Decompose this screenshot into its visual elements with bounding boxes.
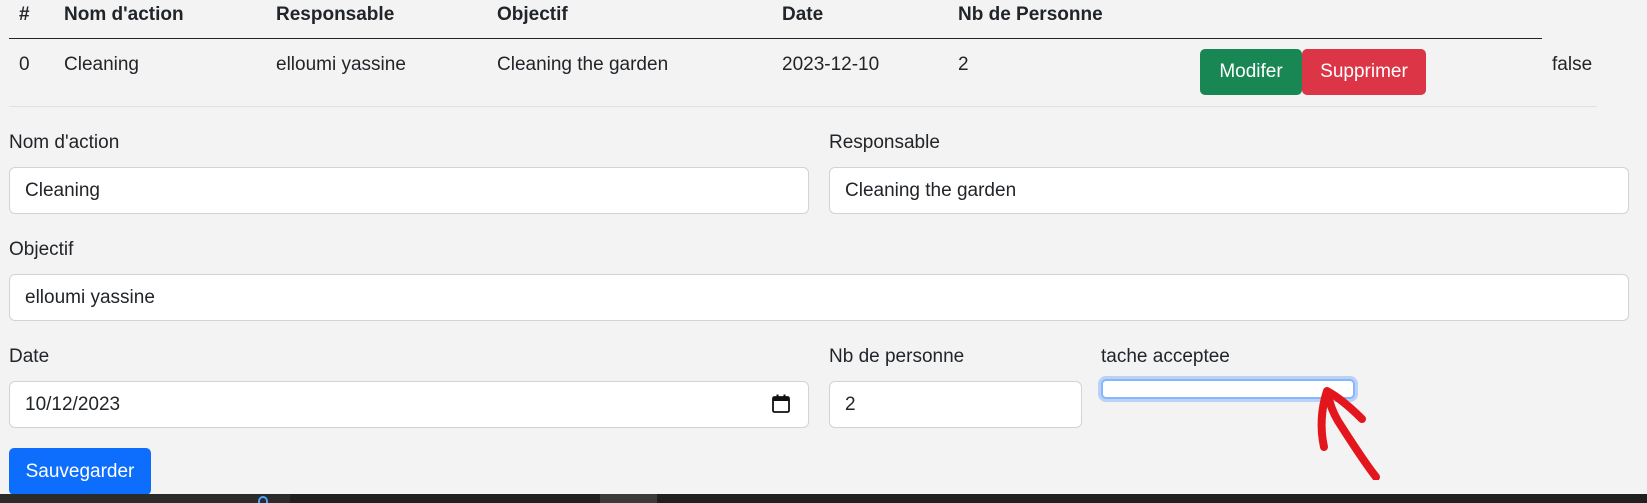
row-divider <box>9 106 1597 107</box>
objectif-label: Objectif <box>9 239 74 260</box>
cell-accepted: false <box>1552 54 1593 75</box>
objectif-input[interactable]: elloumi yassine <box>9 274 1629 321</box>
modify-button[interactable]: Modifer <box>1200 49 1302 95</box>
cell-nb-personne: 2 <box>958 54 969 75</box>
calendar-icon[interactable] <box>772 394 790 413</box>
cell-objectif: Cleaning the garden <box>497 54 669 75</box>
header-objectif: Objectif <box>497 4 568 25</box>
taskbar-strip <box>0 494 1647 503</box>
cell-date: 2023-12-10 <box>782 54 880 75</box>
nb-personne-input[interactable]: 2 <box>829 381 1082 428</box>
header-responsable: Responsable <box>276 4 395 25</box>
red-arrow-annotation <box>1317 387 1380 480</box>
header-nb-personne: Nb de Personne <box>958 4 1103 25</box>
header-index: # <box>19 4 30 25</box>
nb-personne-label: Nb de personne <box>829 346 965 367</box>
save-button[interactable]: Sauvegarder <box>9 448 151 495</box>
tache-acceptee-label: tache acceptee <box>1101 346 1230 367</box>
taskbar-active-app[interactable] <box>600 494 657 503</box>
header-date: Date <box>782 4 824 25</box>
responsable-input[interactable]: Cleaning the garden <box>829 167 1629 214</box>
taskbar-indicator-icon <box>258 496 268 503</box>
nom-action-label: Nom d'action <box>9 132 120 153</box>
delete-button[interactable]: Supprimer <box>1302 49 1426 95</box>
date-input[interactable]: 10/12/2023 <box>9 381 809 428</box>
taskbar-segment <box>0 494 290 503</box>
header-nom-action: Nom d'action <box>64 4 184 25</box>
nom-action-input[interactable]: Cleaning <box>9 167 809 214</box>
cell-responsable: elloumi yassine <box>276 54 406 75</box>
cell-nom-action: Cleaning <box>64 54 139 75</box>
header-divider <box>9 38 1542 39</box>
date-value: 10/12/2023 <box>25 393 121 415</box>
date-label: Date <box>9 346 50 367</box>
responsable-label: Responsable <box>829 132 940 153</box>
cell-index: 0 <box>19 54 30 75</box>
